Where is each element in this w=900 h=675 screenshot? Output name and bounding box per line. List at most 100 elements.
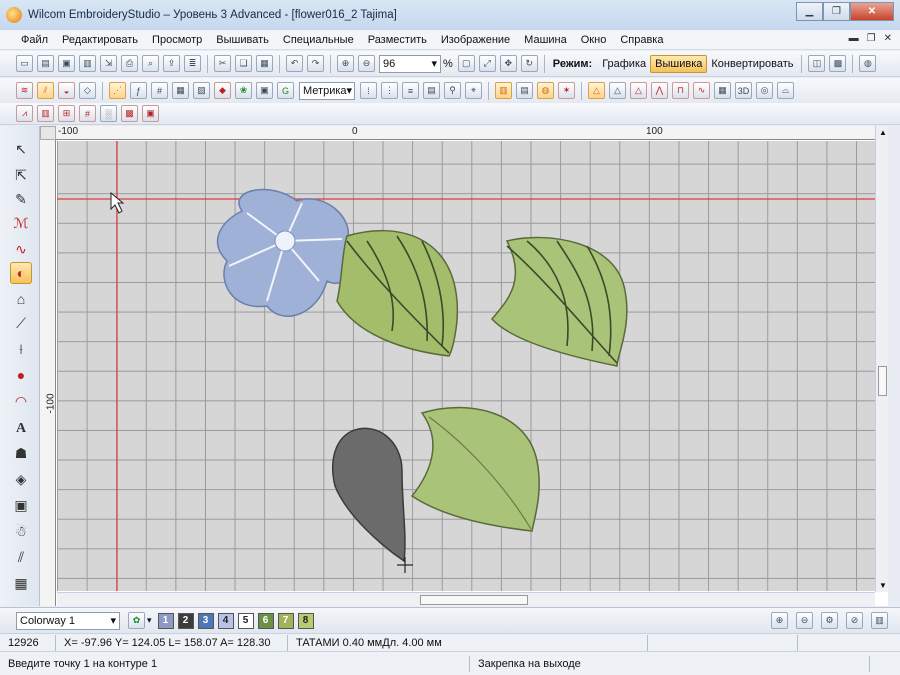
- show-stitches-icon[interactable]: ≋: [16, 82, 33, 99]
- align-icon[interactable]: ≡: [402, 82, 419, 99]
- horizontal-scrollbar[interactable]: [57, 592, 875, 606]
- color-swatch-8[interactable]: 8: [297, 612, 314, 629]
- show-outlines-icon[interactable]: ⫽: [37, 82, 54, 99]
- print-preview-icon[interactable]: ⌕: [142, 55, 159, 72]
- print-icon[interactable]: ⎙: [121, 55, 138, 72]
- satin-icon[interactable]: ▤: [516, 82, 533, 99]
- steil-icon[interactable]: ⊓: [672, 82, 689, 99]
- triangle-fill-icon[interactable]: △: [630, 82, 647, 99]
- menu-help[interactable]: Справка: [613, 34, 670, 46]
- cross-stitch-icon[interactable]: #: [79, 105, 96, 122]
- color-settings-icon[interactable]: ⚙: [821, 612, 838, 629]
- show-image-icon[interactable]: ▧: [193, 82, 210, 99]
- doc-close-icon[interactable]: ✕: [884, 33, 892, 44]
- show-fabric-icon[interactable]: ◒: [58, 82, 75, 99]
- new-file-icon[interactable]: ▭: [16, 55, 33, 72]
- product-icon[interactable]: ▩: [829, 55, 847, 72]
- menu-file[interactable]: Файл: [14, 34, 55, 46]
- measurement-units-select[interactable]: Метрика ▾: [299, 81, 355, 100]
- cut-icon[interactable]: ✂: [214, 55, 231, 72]
- menu-arrange[interactable]: Разместить: [361, 34, 434, 46]
- colorway-select[interactable]: Colorway 1 ▾: [16, 611, 120, 630]
- zoom-box-icon[interactable]: ▢: [457, 55, 475, 72]
- fill-stitch-icon[interactable]: ▥: [495, 82, 512, 99]
- measure-icon[interactable]: ⚲: [444, 82, 461, 99]
- minimize-button[interactable]: ▁: [796, 2, 823, 21]
- show-graphics-icon[interactable]: ◇: [79, 82, 96, 99]
- appliqué-tool-icon[interactable]: ◈: [10, 468, 32, 490]
- copy-icon[interactable]: ❏: [235, 55, 252, 72]
- maximize-button[interactable]: ❐: [823, 2, 850, 21]
- auto-digitize-tool-icon[interactable]: ☃: [10, 520, 32, 542]
- send-to-machine-icon[interactable]: ⇪: [163, 55, 180, 72]
- reshape-tool-icon[interactable]: ⇱: [10, 164, 32, 186]
- zigzag-icon[interactable]: ⋀: [651, 82, 668, 99]
- design-canvas[interactable]: [57, 141, 875, 591]
- pattern-fill-icon[interactable]: ⊞: [58, 105, 75, 122]
- show-needle-points-icon[interactable]: ⋰: [109, 82, 126, 99]
- triangle-outline-icon[interactable]: △: [609, 82, 626, 99]
- undo-icon[interactable]: ↶: [286, 55, 303, 72]
- remove-colorway-icon[interactable]: ⊖: [796, 612, 813, 629]
- fractal-icon[interactable]: ▦: [714, 82, 731, 99]
- color-swatch-5[interactable]: 5: [237, 612, 254, 629]
- run-icon[interactable]: ∿: [693, 82, 710, 99]
- backstitch-tool-icon[interactable]: ⫽: [10, 546, 32, 568]
- texture-icon[interactable]: ◎: [756, 82, 773, 99]
- redraw-icon[interactable]: ▣: [256, 82, 273, 99]
- mode-graphics-button[interactable]: Графика: [598, 56, 650, 72]
- trapunto-icon[interactable]: ▣: [142, 105, 159, 122]
- triangle-stitch-icon[interactable]: △: [588, 82, 605, 99]
- save-icon[interactable]: ▣: [58, 55, 75, 72]
- ring-tool-icon[interactable]: ◠: [10, 390, 32, 412]
- select-arrow-icon[interactable]: ↖: [10, 138, 32, 160]
- fancy-fill-icon[interactable]: ░: [100, 105, 117, 122]
- color-swatch-1[interactable]: 1: [157, 612, 174, 629]
- color-swatch-6[interactable]: 6: [257, 612, 274, 629]
- scroll-up-icon[interactable]: ▲: [879, 128, 887, 137]
- vertical-scroll-thumb[interactable]: [878, 366, 887, 396]
- satin-stitch-icon[interactable]: ⩘: [16, 105, 33, 122]
- appliqué-icon[interactable]: ⌓: [777, 82, 794, 99]
- thread-chart-icon[interactable]: ▥: [871, 612, 888, 629]
- 3d-icon[interactable]: 3D: [735, 82, 752, 99]
- menu-edit[interactable]: Редактировать: [55, 34, 145, 46]
- turning-tool-icon[interactable]: ⟊: [10, 338, 32, 360]
- vertical-scrollbar[interactable]: ▲ ▼: [875, 126, 888, 592]
- effects-icon[interactable]: ◍: [537, 82, 554, 99]
- show-functions-icon[interactable]: ƒ: [130, 82, 147, 99]
- menu-special[interactable]: Специальные: [276, 34, 361, 46]
- zoom-in-icon[interactable]: ⊕: [337, 55, 354, 72]
- lettering-tool-icon[interactable]: A: [10, 418, 32, 440]
- show-grid-points-icon[interactable]: ⁞: [360, 82, 377, 99]
- color-palette-icon[interactable]: ✿: [128, 612, 145, 629]
- doc-restore-icon[interactable]: ❐: [867, 33, 876, 44]
- show-hoop-icon[interactable]: ▦: [172, 82, 189, 99]
- outline-tool-icon[interactable]: ▣: [10, 494, 32, 516]
- column-tool-icon[interactable]: ⌂: [10, 288, 32, 310]
- hoop-icon[interactable]: ◫: [808, 55, 826, 72]
- color-swatch-4[interactable]: 4: [217, 612, 234, 629]
- tru-view-icon[interactable]: ◆: [214, 82, 231, 99]
- close-button[interactable]: ✕: [850, 2, 894, 21]
- save-as-icon[interactable]: ▥: [79, 55, 96, 72]
- add-colorway-icon[interactable]: ⊕: [771, 612, 788, 629]
- menu-image[interactable]: Изображение: [434, 34, 517, 46]
- menu-view[interactable]: Просмотр: [145, 34, 209, 46]
- snap-icon[interactable]: ⋮: [381, 82, 398, 99]
- color-swatch-7[interactable]: 7: [277, 612, 294, 629]
- pen-tool-icon[interactable]: ✎: [10, 188, 32, 210]
- motif-icon[interactable]: ✶: [558, 82, 575, 99]
- zoom-fit-icon[interactable]: ⤢: [478, 55, 496, 72]
- run-stitch-tool-icon[interactable]: ∿: [10, 238, 32, 260]
- freehand-tool-icon[interactable]: ℳ: [10, 212, 32, 234]
- circle-tool-icon[interactable]: ●: [10, 364, 32, 386]
- team-names-tool-icon[interactable]: ☗: [10, 442, 32, 464]
- horizontal-scroll-thumb[interactable]: [420, 595, 528, 605]
- show-grid-icon[interactable]: #: [151, 82, 168, 99]
- zoom-out-icon[interactable]: ⊖: [358, 55, 375, 72]
- open-folder-icon[interactable]: ▤: [37, 55, 54, 72]
- globe-icon[interactable]: ◍: [859, 55, 877, 72]
- menu-stitch[interactable]: Вышивать: [209, 34, 276, 46]
- mode-convert-button[interactable]: Конвертировать: [707, 56, 797, 72]
